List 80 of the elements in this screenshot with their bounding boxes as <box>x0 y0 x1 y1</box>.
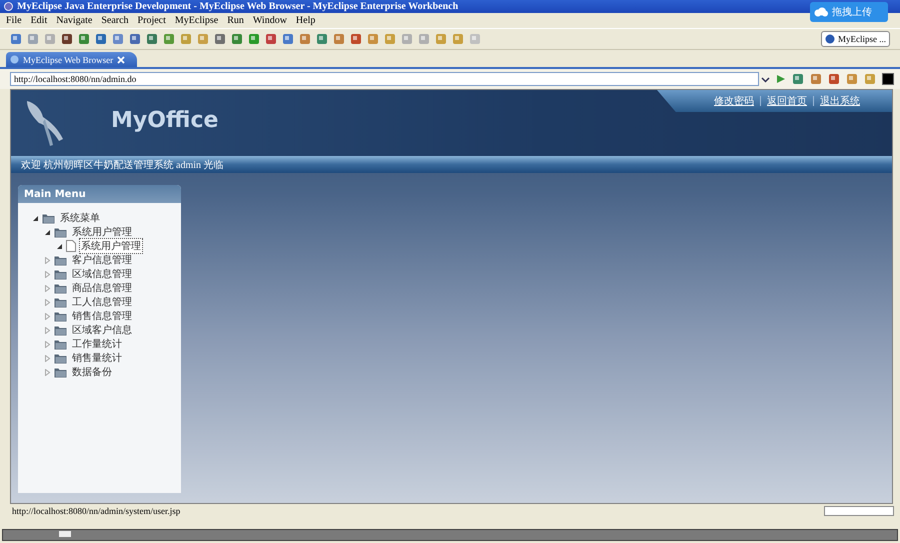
folder-icon <box>54 226 67 238</box>
panel-title: Main Menu <box>24 188 86 200</box>
tree-item[interactable]: 客户信息管理 <box>70 252 134 268</box>
editor-tab[interactable]: MyEclipse Web Browser <box>6 52 138 67</box>
tool-icon[interactable] <box>214 33 226 45</box>
folder-icon <box>54 338 67 350</box>
collapsed-arrow-icon[interactable] <box>44 354 51 362</box>
collapsed-arrow-icon[interactable] <box>44 284 51 292</box>
tree-item[interactable]: 系统用户管理 <box>70 224 134 240</box>
collapsed-arrow-icon[interactable] <box>44 256 51 264</box>
globe-icon <box>10 55 19 64</box>
welcome-text: 欢迎 杭州朝晖区牛奶配送管理系统 admin 光临 <box>21 158 224 172</box>
window-title: MyEclipse Java Enterprise Development - MyEclipse Web Browser - MyEclipse Enterprise Workbench <box>17 1 458 12</box>
expanded-arrow-icon[interactable] <box>44 228 51 236</box>
perspective-button[interactable]: MyEclipse ... <box>821 31 890 47</box>
logo-text: MyOffice <box>111 108 218 132</box>
folder-icon <box>54 268 67 280</box>
tool-icon[interactable] <box>792 73 804 85</box>
dropdown-icon[interactable] <box>761 74 770 84</box>
menu-item[interactable]: Edit <box>30 15 48 26</box>
collapsed-arrow-icon[interactable] <box>44 270 51 278</box>
folder-icon <box>54 352 67 364</box>
expanded-arrow-icon[interactable] <box>56 242 63 250</box>
folder-icon <box>54 324 67 336</box>
menu-item[interactable]: Help <box>296 15 316 26</box>
page-icon <box>66 240 76 252</box>
folder-icon <box>54 282 67 294</box>
tool-icon[interactable] <box>828 73 840 85</box>
tool-icon[interactable] <box>129 33 141 45</box>
folder-icon <box>54 296 67 308</box>
status-text: http://localhost:8080/nn/admin/system/user.jsp <box>12 506 180 516</box>
go-icon[interactable] <box>776 74 786 84</box>
square-icon[interactable] <box>882 73 894 85</box>
collapsed-arrow-icon[interactable] <box>44 326 51 334</box>
tool-icon[interactable] <box>95 33 107 45</box>
menu-item[interactable]: File <box>6 15 22 26</box>
folder-icon <box>54 310 67 322</box>
tool-icon[interactable] <box>61 33 73 45</box>
close-icon[interactable] <box>117 56 126 64</box>
menu-item[interactable]: Run <box>227 15 244 26</box>
folder-icon <box>54 254 67 266</box>
menu-item[interactable]: Search <box>101 15 129 26</box>
collapsed-arrow-icon[interactable] <box>44 340 51 348</box>
tool-icon[interactable] <box>78 33 90 45</box>
tree-item[interactable]: 销售信息管理 <box>70 308 134 324</box>
upload-label: 拖拽上传 <box>832 6 872 19</box>
tree-item[interactable]: 数据备份 <box>70 364 114 380</box>
folder-icon <box>54 366 67 378</box>
tree-item[interactable]: 商品信息管理 <box>70 280 134 296</box>
tree-item[interactable]: 系统菜单 <box>58 210 102 226</box>
tree-item[interactable]: 区域客户信息 <box>70 322 134 338</box>
tool-icon[interactable] <box>350 33 362 45</box>
folder-icon <box>42 212 55 224</box>
collapsed-arrow-icon[interactable] <box>44 298 51 306</box>
tool-icon[interactable] <box>231 33 243 45</box>
tool-icon[interactable] <box>10 33 22 45</box>
tool-icon[interactable] <box>265 33 277 45</box>
tree-item[interactable]: 系统用户管理 <box>79 238 143 254</box>
menu-item[interactable]: Window <box>252 15 287 26</box>
header-link[interactable]: 退出系统 <box>820 94 860 108</box>
tree-item[interactable]: 销售量统计 <box>70 350 124 366</box>
tool-icon[interactable] <box>146 33 158 45</box>
perspective-icon <box>825 34 835 44</box>
app-icon <box>4 2 13 11</box>
header-link[interactable]: 返回首页 <box>767 94 807 108</box>
tree-item[interactable]: 工作量统计 <box>70 336 124 352</box>
cloud-icon <box>814 7 828 17</box>
menu-item[interactable]: Navigate <box>56 15 92 26</box>
menu-item[interactable]: MyEclipse <box>174 15 218 26</box>
header-link[interactable]: 修改密码 <box>714 94 754 108</box>
tree-item[interactable]: 工人信息管理 <box>70 294 134 310</box>
collapsed-arrow-icon[interactable] <box>44 312 51 320</box>
tool-icon[interactable] <box>316 33 328 45</box>
collapsed-arrow-icon[interactable] <box>44 368 51 376</box>
tool-icon[interactable] <box>282 33 294 45</box>
tree-item[interactable]: 区域信息管理 <box>70 266 134 282</box>
expanded-arrow-icon[interactable] <box>32 214 39 222</box>
scroll-bar[interactable] <box>2 529 898 541</box>
address-field[interactable]: http://localhost:8080/nn/admin.do <box>10 72 759 86</box>
menu-item[interactable]: Project <box>138 15 166 26</box>
